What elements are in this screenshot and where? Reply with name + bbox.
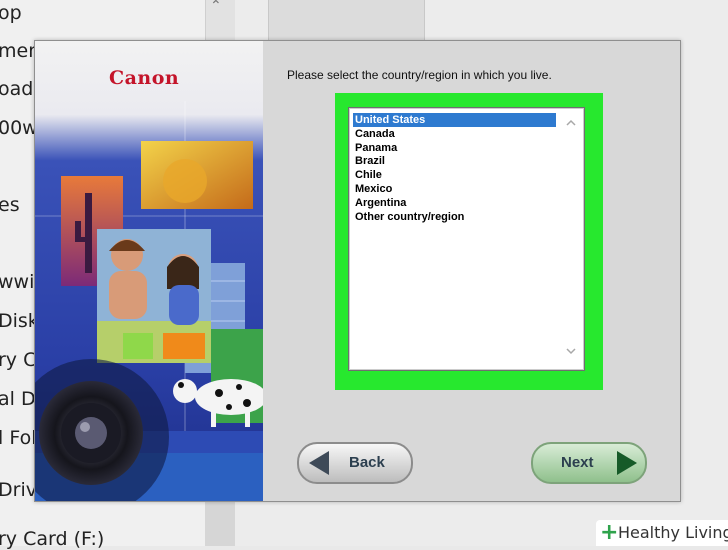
brand-logo: Canon [109,67,180,89]
next-button-label: Next [561,454,594,471]
nav-item[interactable]: l Fol [0,427,36,449]
explorer-scroll-track [205,500,235,546]
country-list: United States Canada Panama Brazil Chile… [353,113,556,223]
collage-image [35,41,263,501]
installer-side-artwork [35,41,263,501]
chevron-down-icon[interactable] [564,344,578,358]
nav-item[interactable]: es [0,194,20,216]
country-listbox[interactable]: United States Canada Panama Brazil Chile… [348,107,585,371]
chevron-up-icon[interactable] [564,116,578,130]
watermark-text: Healthy Living [618,523,728,542]
watermark: + Healthy Living [596,520,728,546]
country-option[interactable]: Canada [353,127,556,141]
nav-item[interactable]: ry C [0,349,36,371]
country-option[interactable]: Brazil [353,154,556,168]
plus-icon: + [600,520,619,545]
explorer-content-tile[interactable] [268,0,425,43]
country-option-selected[interactable]: United States [353,113,556,127]
next-arrow-icon [617,451,637,475]
installer-dialog: Canon Please select the country/region i… [34,40,681,502]
nav-item[interactable]: ry Card (F:) [0,528,104,550]
next-button[interactable]: Next [531,442,647,484]
back-button[interactable]: Back [297,442,413,484]
nav-item[interactable]: Disk [0,310,39,332]
country-option[interactable]: Chile [353,168,556,182]
country-prompt: Please select the country/region in whic… [287,68,552,82]
nav-item[interactable]: Driv [0,479,37,501]
back-arrow-icon [309,451,329,475]
country-option[interactable]: Argentina [353,196,556,210]
country-option[interactable]: Panama [353,141,556,155]
back-button-label: Back [349,454,385,471]
nav-item[interactable]: op [0,2,22,24]
list-scrollbar[interactable] [560,112,582,364]
country-option[interactable]: Other country/region [353,210,556,224]
scroll-up-icon[interactable]: ⌃ [210,0,222,14]
country-option[interactable]: Mexico [353,182,556,196]
